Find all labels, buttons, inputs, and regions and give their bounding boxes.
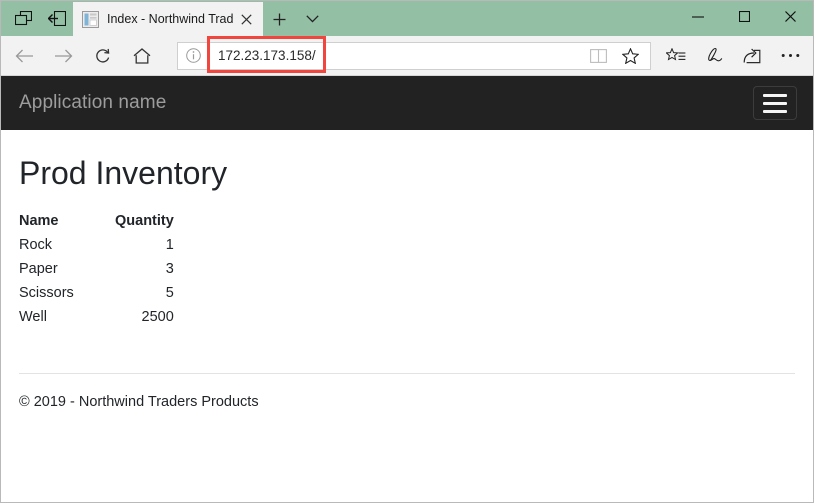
close-icon[interactable]	[235, 8, 257, 30]
cell-name: Rock	[19, 237, 53, 254]
new-tab-button[interactable]	[263, 2, 296, 36]
browser-titlebar: Index - Northwind Trad	[1, 1, 813, 36]
page-title: Prod Inventory	[19, 155, 228, 191]
back-button[interactable]	[5, 36, 44, 75]
browser-toolbar: 172.23.173.158/	[1, 36, 813, 76]
cell-quantity: 5	[165, 285, 174, 302]
info-icon[interactable]	[178, 48, 208, 63]
table-head: Name Quantity	[19, 213, 174, 233]
column-header-quantity: Quantity	[115, 213, 174, 230]
close-button[interactable]	[767, 1, 813, 32]
table-row: Paper 3	[19, 257, 174, 281]
table-row: Well 2500	[19, 305, 174, 329]
cell-name: Well	[19, 309, 47, 326]
browser-tab[interactable]: Index - Northwind Trad	[73, 2, 264, 36]
set-tabs-aside-icon[interactable]	[40, 4, 73, 34]
site-brand[interactable]: Application name	[19, 92, 166, 114]
pen-icon[interactable]	[695, 36, 733, 75]
cell-quantity: 3	[165, 261, 174, 278]
titlebar-left-icons	[1, 1, 73, 36]
tab-strip: Index - Northwind Trad	[73, 1, 329, 36]
footer-text: © 2019 - Northwind Traders Products	[19, 394, 259, 411]
inventory-table: Name Quantity Rock 1 Paper 3 Scissors 5 …	[19, 213, 174, 329]
favorites-hub-icon[interactable]	[657, 36, 695, 75]
show-set-aside-tabs-icon[interactable]	[7, 4, 40, 34]
maximize-button[interactable]	[721, 1, 767, 32]
page-content: Prod Inventory Name Quantity Rock 1 Pape…	[1, 155, 813, 411]
refresh-button[interactable]	[83, 36, 122, 75]
document-icon	[82, 10, 99, 28]
column-header-name: Name	[19, 213, 59, 230]
reading-view-icon[interactable]	[582, 42, 614, 70]
site-navbar: Application name	[1, 76, 813, 130]
tab-title: Index - Northwind Trad	[107, 12, 234, 26]
forward-button[interactable]	[44, 36, 83, 75]
star-icon[interactable]	[614, 42, 646, 70]
share-icon[interactable]	[733, 36, 771, 75]
url-input[interactable]: 172.23.173.158/	[209, 48, 582, 63]
table-header-row: Name Quantity	[19, 213, 174, 233]
window-controls	[675, 1, 813, 32]
web-page: Application name Prod Inventory Name Qua…	[1, 76, 813, 501]
address-bar[interactable]: 172.23.173.158/	[177, 41, 651, 70]
table-row: Rock 1	[19, 233, 174, 257]
toolbar-right-icons	[657, 36, 813, 75]
home-button[interactable]	[122, 36, 161, 75]
minimize-button[interactable]	[675, 1, 721, 32]
address-bar-icons	[582, 42, 650, 70]
cell-quantity: 2500	[141, 309, 174, 326]
hamburger-icon[interactable]	[753, 86, 797, 120]
ellipsis-icon[interactable]	[771, 36, 809, 75]
cell-quantity: 1	[165, 237, 174, 254]
chevron-down-icon[interactable]	[296, 2, 329, 36]
browser-window: Index - Northwind Trad 172.23.173.158/ A…	[0, 0, 814, 503]
cell-name: Scissors	[19, 285, 74, 302]
hamburger-bar	[763, 101, 787, 105]
table-body: Rock 1 Paper 3 Scissors 5 Well 2500	[19, 233, 174, 329]
table-row: Scissors 5	[19, 281, 174, 305]
cell-name: Paper	[19, 261, 58, 278]
hamburger-bar	[763, 109, 787, 113]
hamburger-bar	[763, 93, 787, 97]
